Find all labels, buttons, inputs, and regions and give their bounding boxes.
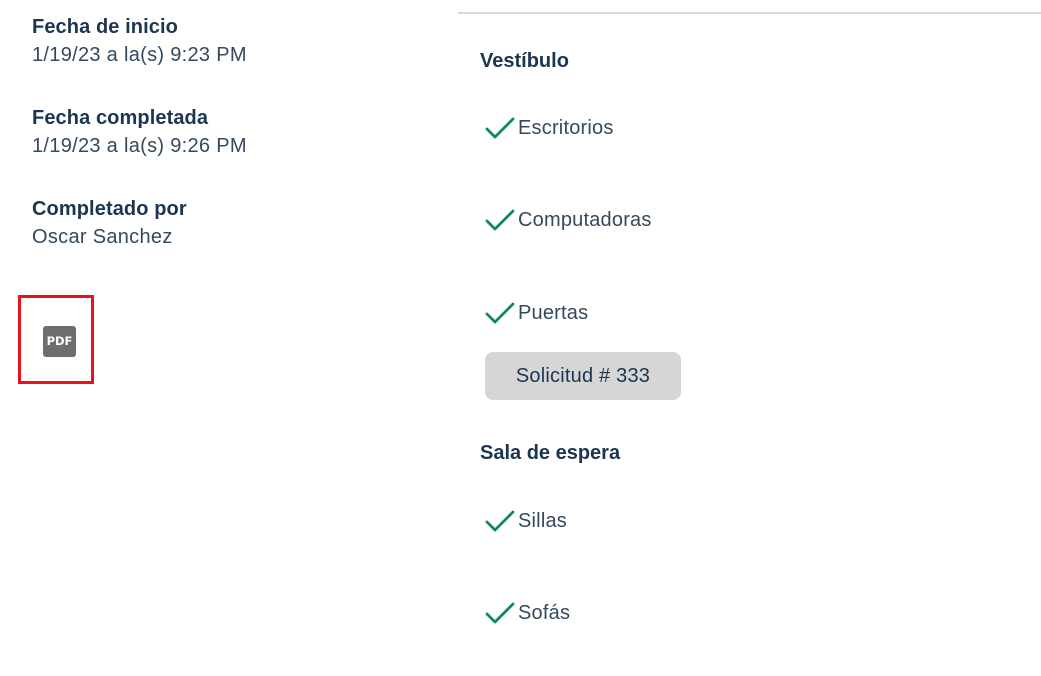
checklist-item-sofas: Sofás	[484, 598, 570, 628]
completed-date-value: 1/19/23 a la(s) 9:26 PM	[32, 135, 247, 157]
checklist-item-label: Sofás	[518, 602, 571, 624]
pdf-icon[interactable]: PDF	[43, 326, 76, 357]
completed-date-block: Fecha completada 1/19/23 a la(s) 9:26 PM	[32, 105, 432, 196]
completed-by-label: Completado por	[32, 198, 187, 220]
completed-by-block: Completado por Oscar Sanchez	[32, 196, 432, 287]
checkmark-icon	[485, 602, 515, 624]
checklist-item-sillas: Sillas	[484, 506, 567, 536]
checklist-item-escritorios: Escritorios	[484, 113, 614, 143]
checkmark-icon	[485, 510, 515, 532]
section-title-vestibulo: Vestíbulo	[480, 50, 569, 72]
checkmark-icon	[485, 209, 515, 231]
checkmark-icon	[485, 302, 515, 324]
completed-by-value: Oscar Sanchez	[32, 226, 173, 248]
divider	[458, 12, 1041, 14]
checklist-item-computadoras: Computadoras	[484, 205, 652, 235]
inspection-details: Fecha de inicio 1/19/23 a la(s) 9:23 PM …	[32, 14, 432, 287]
checkmark-icon	[485, 117, 515, 139]
checklist-item-label: Escritorios	[518, 117, 614, 139]
start-date-block: Fecha de inicio 1/19/23 a la(s) 9:23 PM	[32, 14, 432, 105]
checklist-item-label: Computadoras	[518, 209, 652, 231]
section-title-sala-de-espera: Sala de espera	[480, 442, 621, 464]
checklist-item-label: Sillas	[518, 510, 567, 532]
checklist-item-puertas: Puertas	[484, 298, 588, 328]
start-date-label: Fecha de inicio	[32, 16, 178, 38]
completed-date-label: Fecha completada	[32, 107, 209, 129]
pdf-highlight-box: PDF	[18, 295, 94, 384]
request-badge[interactable]: Solicitud # 333	[485, 352, 681, 400]
checklist-item-label: Puertas	[518, 302, 589, 324]
start-date-value: 1/19/23 a la(s) 9:23 PM	[32, 44, 247, 66]
